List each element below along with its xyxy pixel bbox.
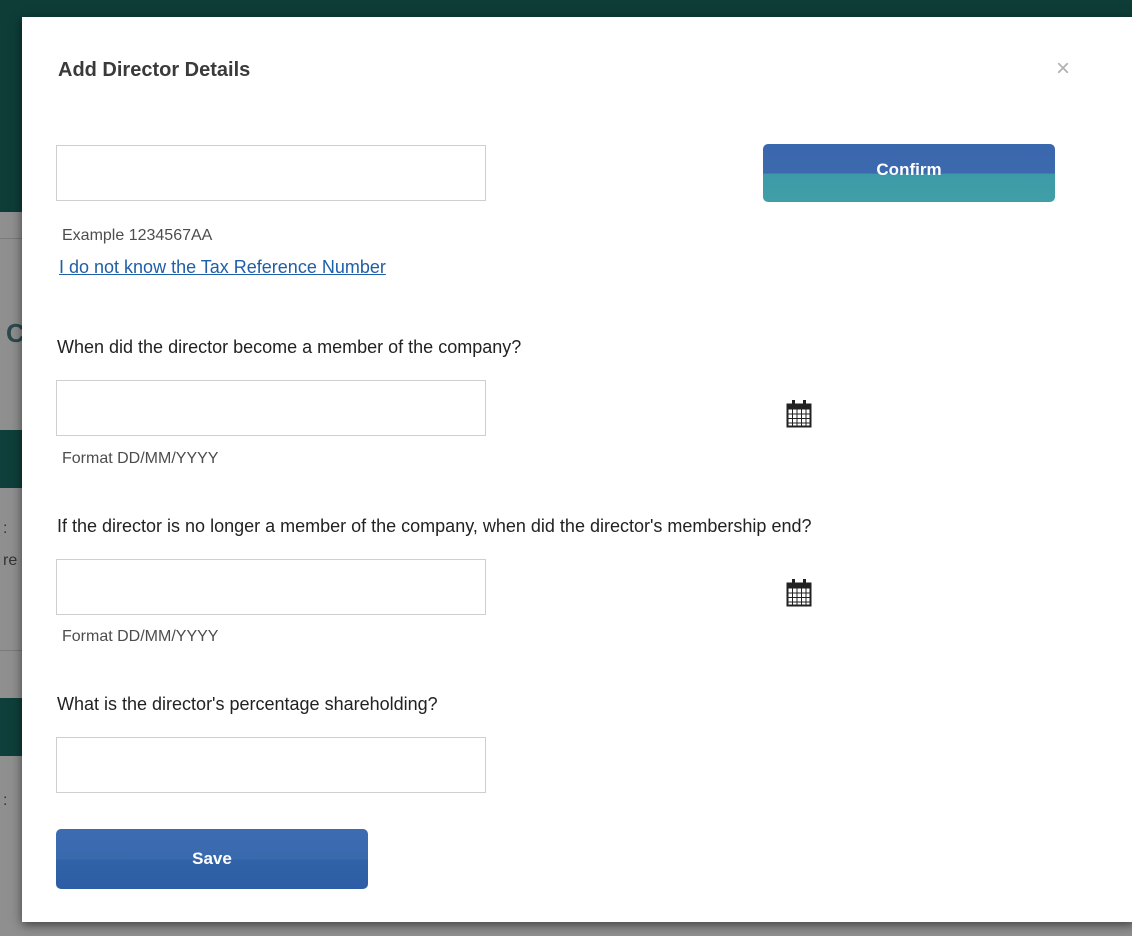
end-date-format-hint: Format DD/MM/YYYY — [62, 628, 219, 645]
background-text: : — [3, 792, 8, 809]
calendar-icon[interactable] — [786, 398, 812, 428]
unknown-tax-reference-link[interactable]: I do not know the Tax Reference Number — [59, 257, 386, 278]
tax-reference-input[interactable] — [56, 145, 486, 201]
close-icon[interactable]: × — [1056, 57, 1070, 81]
modal-title: Add Director Details — [58, 59, 251, 81]
background-text: re — [3, 552, 18, 569]
start-date-format-hint: Format DD/MM/YYYY — [62, 450, 219, 467]
shareholding-input[interactable] — [56, 737, 486, 793]
background-divider — [0, 650, 24, 651]
save-button[interactable]: Save — [56, 829, 368, 889]
end-date-question: If the director is no longer a member of… — [57, 516, 812, 536]
start-date-question: When did the director become a member of… — [57, 337, 522, 357]
start-date-input[interactable] — [56, 380, 486, 436]
calendar-icon[interactable] — [786, 577, 812, 607]
background-band — [0, 430, 24, 488]
shareholding-question: What is the director's percentage shareh… — [57, 694, 438, 714]
end-date-input[interactable] — [56, 559, 486, 615]
background-band — [0, 698, 24, 756]
confirm-button[interactable]: Confirm — [763, 144, 1055, 202]
tax-reference-hint: Example 1234567AA — [62, 227, 213, 244]
background-divider — [0, 238, 24, 239]
add-director-modal: Add Director Details × Confirm Example 1… — [22, 17, 1132, 922]
background-text: : — [3, 520, 8, 537]
